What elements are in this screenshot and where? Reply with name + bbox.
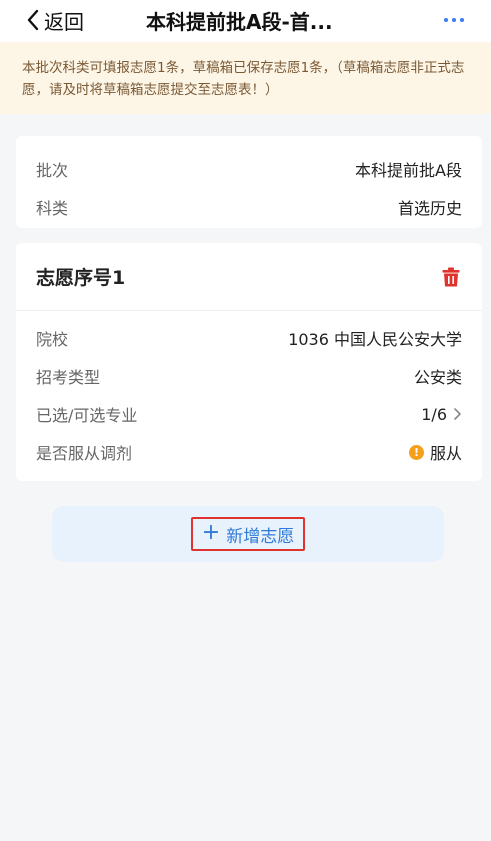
- adjust-row: 是否服从调剂 ! 服从: [36, 433, 462, 471]
- more-dot-icon: [444, 18, 448, 22]
- notice-text: 本批次科类可填报志愿1条，草稿箱已保存志愿1条，（草稿箱志愿非正式志愿，请及时将…: [22, 60, 465, 98]
- batch-value: 本科提前批A段: [355, 161, 462, 180]
- major-value: 1/6: [421, 404, 447, 424]
- chevron-right-icon: [454, 408, 461, 420]
- add-choice-area: + 新增志愿: [52, 506, 444, 562]
- choice-title: 志愿序号1: [36, 267, 126, 289]
- exam-type-value: 公安类: [413, 368, 462, 387]
- notice-banner: 本批次科类可填报志愿1条，草稿箱已保存志愿1条，（草稿箱志愿非正式志愿，请及时将…: [0, 42, 491, 114]
- batch-row: 批次 本科提前批A段: [36, 150, 462, 188]
- school-value: 1036 中国人民公安大学: [288, 330, 462, 349]
- more-dot-icon: [452, 18, 456, 22]
- more-button[interactable]: [440, 6, 468, 34]
- category-label: 科类: [36, 199, 69, 218]
- delete-button[interactable]: [440, 266, 462, 288]
- more-dot-icon: [460, 18, 464, 22]
- major-value-group: 1/6: [421, 405, 462, 424]
- batch-label: 批次: [36, 161, 69, 180]
- adjust-value-group: ! 服从: [408, 440, 462, 464]
- batch-info-card: 批次 本科提前批A段 科类 首选历史: [16, 136, 482, 228]
- choice-header: 志愿序号1: [16, 243, 482, 311]
- category-value: 首选历史: [397, 199, 462, 218]
- back-button[interactable]: 返回: [26, 6, 84, 34]
- major-row[interactable]: 已选/可选专业 1/6: [36, 395, 462, 433]
- adjust-value: 服从: [429, 444, 462, 463]
- school-row[interactable]: 院校 1036 中国人民公安大学: [36, 319, 462, 357]
- add-choice-button[interactable]: + 新增志愿: [190, 517, 306, 551]
- exam-type-label: 招考类型: [36, 368, 101, 387]
- adjust-label: 是否服从调剂: [36, 444, 133, 463]
- choice-body: 院校 1036 中国人民公安大学 招考类型 公安类 已选/可选专业 1/6 是否…: [16, 311, 482, 471]
- page-title: 本科提前批A段-首...: [146, 10, 333, 34]
- category-row: 科类 首选历史: [36, 188, 462, 226]
- add-choice-label: 新增志愿: [226, 526, 295, 547]
- choice-card: 志愿序号1 院校 1036 中国人民公安大学 招考类型 公安类 已选/可选专业 …: [16, 243, 482, 481]
- major-label: 已选/可选专业: [36, 406, 138, 425]
- school-label: 院校: [36, 330, 69, 349]
- trash-icon: [442, 267, 460, 286]
- back-label: 返回: [44, 9, 84, 34]
- plus-icon: +: [201, 520, 221, 545]
- nav-bar: 返回 本科提前批A段-首...: [0, 0, 491, 42]
- exam-type-row: 招考类型 公安类: [36, 357, 462, 395]
- chevron-left-icon: [27, 9, 39, 31]
- warning-icon: !: [408, 444, 424, 460]
